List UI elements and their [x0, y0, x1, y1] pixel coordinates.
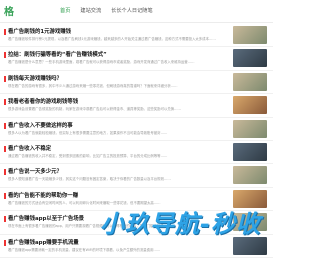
article-title[interactable]: 看广告收入不稳定	[8, 144, 51, 152]
nav-diary[interactable]: 长长个人日记随笔	[111, 7, 153, 14]
article-excerpt: 看广告赚钱软件排行榜1元提现，以及看广告刷钱1元游戏赚钱，越来越多的人开始关注通…	[8, 37, 216, 41]
article-excerpt: 现在看广告的游戏有很多，其中不少人通过游戏来赚一些零花钱，但刷钱游戏真的靠谱吗？…	[8, 83, 178, 88]
red-marker-icon	[4, 169, 6, 176]
red-marker-icon	[4, 75, 6, 82]
site-logo[interactable]: 格	[4, 3, 14, 18]
article-item[interactable]: 看广告收入不要做这样的事 很多人以为看广告就能轻松赚钱，但实际上有很多需要注意的地…	[0, 118, 273, 141]
red-marker-icon	[4, 239, 6, 246]
article-thumbnail[interactable]	[233, 26, 267, 44]
article-thumbnail[interactable]	[233, 72, 267, 91]
article-item[interactable]: 刷钱每天游戏赚钱吗？ 现在看广告的游戏有很多，其中不少人通过游戏来赚一些零花钱，但…	[0, 71, 273, 95]
article-title[interactable]: 刷钱每天游戏赚钱吗？	[8, 74, 62, 82]
article-thumbnail[interactable]	[233, 49, 267, 68]
article-excerpt: 很多人以为看广告就能轻松赚钱，但实际上有很多需要注意的地方，如果操作不当可能会导…	[8, 130, 168, 135]
article-excerpt: 看广告赚钱app需要消耗一定的手机流量，建议在有WiFi的环境下观看，以免产生额…	[8, 247, 161, 252]
article-excerpt: 很多人想知道看广告一天能赚多少钱，其实这个问题没有固定答案，取决于你看的广告数量…	[8, 177, 171, 182]
article-item[interactable]: 看广告刷钱的1元游戏赚钱看广告赚钱软件排行榜1元提现，以及看广告刷钱1元游戏赚钱…	[0, 24, 273, 48]
article-item[interactable]: 拉结：刷钱行骗等看的“看广告赚钱模式” 看广告赚钱是什么意思？一些手机游戏里面，观…	[0, 47, 273, 71]
article-item[interactable]: 我看老者看你的游戏刷钱等钱很多游戏会设置看广告领奖励的机制，玩家在游戏中观看广告…	[0, 94, 273, 118]
article-thumbnail[interactable]	[233, 142, 267, 161]
red-marker-icon	[4, 192, 6, 199]
article-title[interactable]: 拉结：刷钱行骗等看的“看广告赚钱模式”	[8, 50, 107, 58]
red-marker-icon	[4, 52, 6, 59]
article-title[interactable]: 我看老者看你的游戏刷钱等钱	[8, 97, 78, 105]
red-marker-icon	[4, 99, 6, 106]
red-marker-icon	[4, 122, 6, 129]
article-title[interactable]: 看广告说一天多少元？	[8, 167, 62, 175]
article-excerpt: 很多游戏会设置看广告领奖励的机制，玩家在游戏中观看广告后可以获得金币、道具等奖励…	[8, 107, 181, 112]
nav-home[interactable]: 首页	[60, 7, 70, 14]
article-title[interactable]: 看广告赚钱app以至于广告场景	[8, 214, 84, 222]
article-title[interactable]: 看广告刷钱的1元游戏赚钱	[8, 27, 71, 35]
red-marker-icon	[4, 145, 6, 152]
article-thumbnail[interactable]	[233, 236, 267, 255]
watermark-text: 小玖导航-秒收	[100, 210, 261, 238]
article-thumbnail[interactable]	[233, 119, 267, 138]
article-excerpt: 看广告赚钱是什么意思？一些手机游戏里面，观看广告就可以获得游戏币或者奖励，游戏开…	[8, 60, 195, 65]
red-marker-icon	[4, 29, 6, 35]
nav-build-site[interactable]: 建站交流	[80, 7, 101, 14]
article-title[interactable]: 看的广告能不能的帮助你一赚	[8, 191, 78, 199]
article-item[interactable]: 看广告说一天多少元？ 很多人想知道看广告一天能赚多少钱，其实这个问题没有固定答案，…	[0, 164, 273, 188]
article-title[interactable]: 看广告收入不要做这样的事	[8, 121, 73, 129]
article-title[interactable]: 看广告赚钱app赚要手机流量	[8, 238, 79, 246]
article-thumbnail[interactable]	[233, 96, 267, 115]
main-nav: 首页 建站交流 长长个人日记随笔	[60, 7, 153, 14]
red-marker-icon	[4, 216, 6, 223]
article-item[interactable]: 看广告收入不稳定 通过看广告赚钱的收入并不稳定，受到很多因素的影响，比如广告主的投…	[0, 141, 273, 165]
article-excerpt: 通过看广告赚钱的收入并不稳定，受到很多因素的影响，比如广告主的投放预算、平台的分…	[8, 153, 168, 158]
site-header: 格 首页 建站交流 长长个人日记随笔	[0, 0, 273, 23]
article-thumbnail[interactable]	[233, 166, 267, 185]
